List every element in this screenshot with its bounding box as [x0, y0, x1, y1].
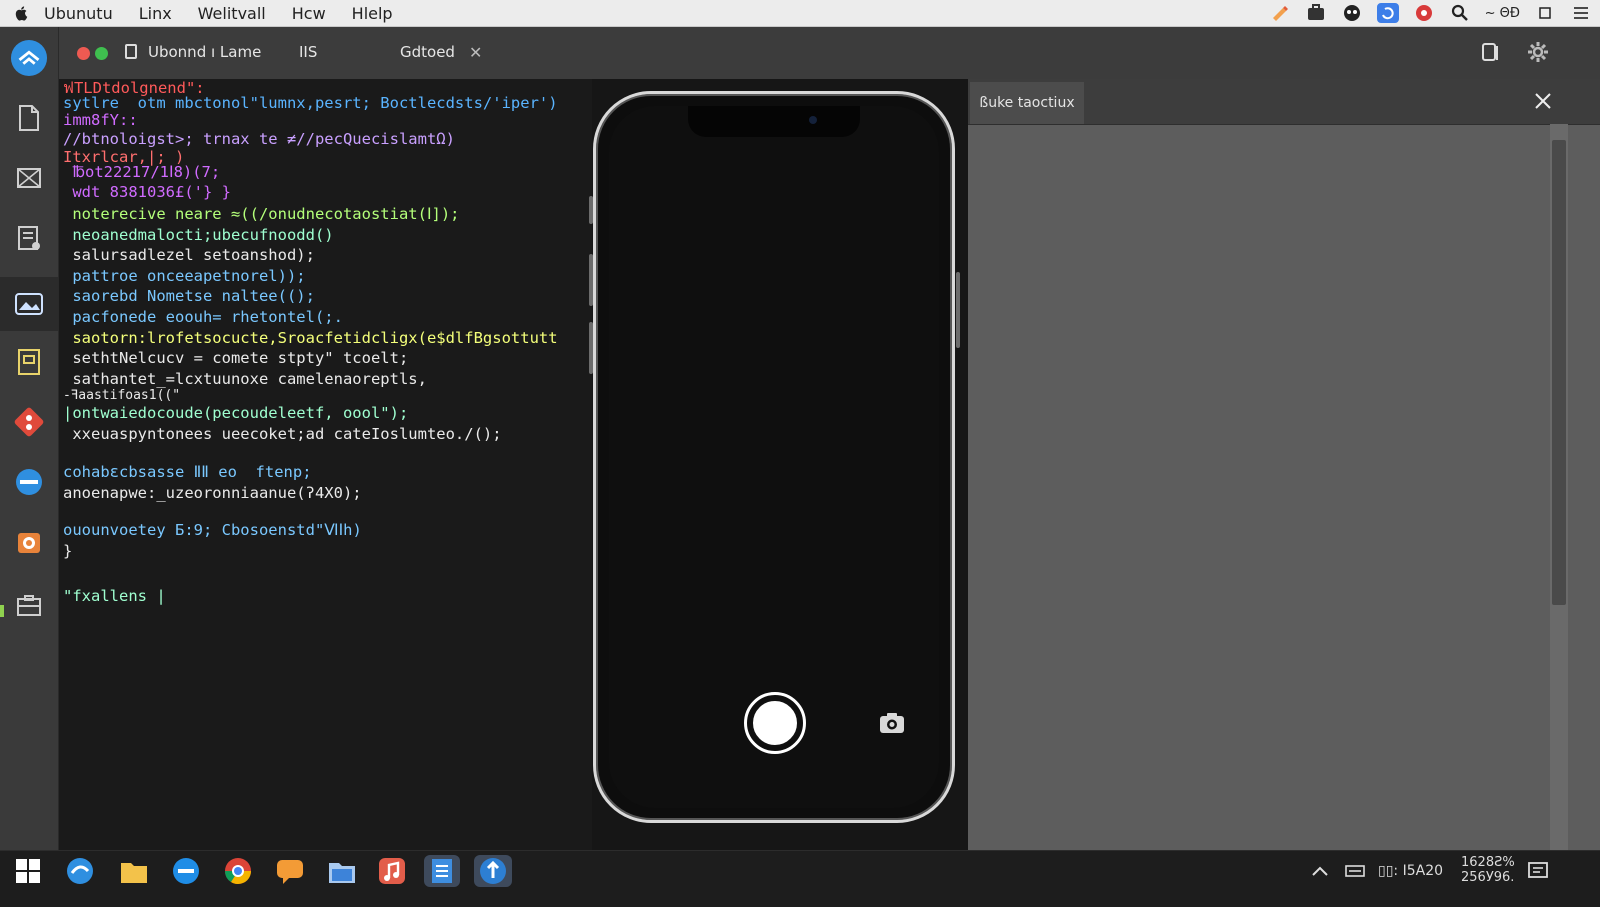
menu-item-linx[interactable]: Linx: [139, 4, 172, 23]
code-line: saotorn:lrofetsocucte,Sroacfetidcligx(e$…: [63, 329, 558, 347]
menu-bar: Ubunutu Linx Welitvall Hcw Hlelp ~ ΘĐ: [0, 0, 1600, 27]
sync-tray-icon[interactable]: [1376, 3, 1399, 23]
document-icon[interactable]: [10, 99, 48, 137]
code-line: pattroe onceeapetnorel));: [63, 267, 306, 285]
code-line: imm8fY::: [63, 111, 138, 129]
taskbar-clock[interactable]: 1628Ƨ% 256У96.: [1461, 855, 1515, 885]
chrome-icon[interactable]: [222, 855, 254, 887]
code-line: ℔ot22217/1Ⅰ8)(7;: [63, 163, 221, 181]
terminal-icon[interactable]: [10, 587, 48, 625]
close-window-button[interactable]: [77, 47, 90, 60]
clock-date: 256У96.: [1461, 870, 1515, 885]
window-square-icon[interactable]: [1534, 3, 1556, 23]
tab-gdtoed[interactable]: Gdtoed: [400, 43, 455, 61]
menu-item-hcw[interactable]: Hcw: [292, 4, 326, 23]
editor-tab-bar: Ubonnd ı Lame IIS Gdtoed ✕: [59, 27, 1600, 79]
camera-shutter-inner[interactable]: [751, 699, 799, 747]
hamburger-menu-icon[interactable]: [1570, 3, 1592, 23]
folder-icon[interactable]: [326, 855, 358, 887]
code-line: anoenapwe:_uzeoronniaanue(ʔ4X0);: [63, 484, 362, 502]
chat-icon[interactable]: [274, 855, 306, 887]
split-view-icon[interactable]: [1479, 41, 1501, 63]
edge-icon[interactable]: [64, 855, 96, 887]
code-line: wdt 8381036£('} }: [63, 183, 231, 201]
code-line: neoanedmalocti;ubecufnoodd(): [63, 226, 334, 244]
maximize-window-button[interactable]: [95, 47, 108, 60]
clock-time: 1628Ƨ%: [1461, 855, 1515, 870]
search-icon[interactable]: [1449, 3, 1471, 23]
apple-logo-icon[interactable]: [14, 5, 30, 21]
browser-icon[interactable]: [10, 463, 48, 501]
app-launcher-icon[interactable]: [10, 39, 48, 77]
notification-icon[interactable]: [1522, 855, 1554, 887]
scrollbar-thumb[interactable]: [1552, 140, 1566, 605]
active-app-marker: [0, 605, 4, 617]
left-dock: [0, 27, 59, 868]
close-tab-icon[interactable]: ✕: [469, 43, 482, 62]
code-line: }: [63, 542, 73, 560]
vscode-icon[interactable]: [474, 855, 512, 887]
code-line: sytlre otm mbctonol"lumnx,pesrt; Boctlec…: [63, 94, 558, 112]
menubar-clock: ~ ΘĐ: [1484, 5, 1520, 21]
tray-status-text: ▯▯: Ⅰ5A20: [1378, 863, 1444, 879]
code-line: cohabεcbsasse ⅡⅡ eo ftenp;: [63, 463, 312, 481]
git-icon[interactable]: [10, 403, 48, 441]
tab-iis[interactable]: IIS: [299, 43, 317, 61]
image-viewer-icon[interactable]: [0, 277, 58, 331]
menu-item-help[interactable]: Hlelp: [352, 4, 393, 23]
code-line: |ontwaiedocoude(pecoudeleetf, oool");: [63, 404, 409, 422]
music-icon[interactable]: [376, 855, 408, 887]
code-line: sethtNelcucv = comete stpty" tcoelt;: [63, 349, 409, 367]
keyboard-icon[interactable]: [1344, 863, 1366, 879]
pencil-tray-icon[interactable]: [1269, 3, 1291, 23]
inspector-tab[interactable]: ßuke taoctiux: [970, 82, 1084, 124]
phone-notch: [688, 106, 860, 137]
archive-icon[interactable]: [10, 343, 48, 381]
document-icon[interactable]: [424, 855, 460, 887]
chat-tray-icon[interactable]: [1341, 3, 1363, 23]
close-icon[interactable]: [1533, 91, 1553, 111]
code-editor[interactable]: ฟTLDtdolgnend": sytlre otm mbctonol"lumn…: [59, 79, 592, 850]
phone-power-button[interactable]: [956, 272, 960, 348]
menu-item-welitvall[interactable]: Welitvall: [198, 4, 266, 23]
notes-icon[interactable]: [10, 219, 48, 257]
gear-icon[interactable]: [1527, 41, 1549, 63]
camera-switch-icon[interactable]: [878, 711, 906, 735]
tab-ubond-lame[interactable]: Ubonnd ı Lame: [148, 43, 261, 61]
code-line: "fxallens |: [63, 587, 166, 605]
code-line: -ꟻaastifoas1((": [63, 388, 181, 403]
package-icon[interactable]: [10, 523, 48, 561]
code-line: //btnoloigst>; trnax te ≠//pecQuecislamt…: [63, 130, 455, 148]
code-line: pacfonede eoouh= rhetontel(;.: [63, 308, 343, 326]
briefcase-tray-icon[interactable]: [1305, 3, 1327, 23]
code-line: xxeuaspyntonees ueecoket;ad cateIoslumte…: [63, 425, 502, 443]
front-camera-icon: [809, 116, 817, 124]
start-icon[interactable]: [12, 855, 44, 887]
files-icon[interactable]: [118, 855, 150, 887]
code-line: sathantet_=lcxtuunoxe camelenaoreptls,: [63, 370, 427, 388]
inspector-panel: [968, 79, 1600, 850]
menu-item-ubuntu[interactable]: Ubunutu: [44, 4, 113, 23]
system-tray: ▯▯: Ⅰ5A20: [1310, 858, 1443, 884]
chevron-up-icon[interactable]: [1310, 864, 1330, 878]
network-icon[interactable]: [10, 159, 48, 197]
tab-document-icon: [125, 44, 137, 59]
shield-tray-icon[interactable]: [1413, 3, 1435, 23]
code-line: ouounvoetey Ƃ:9; Cbosoenstd"ⅥⅠh): [63, 521, 362, 539]
code-line: salursadlezel setoanshod);: [63, 246, 315, 264]
code-line: saorebd Nometse naltee(();: [63, 287, 315, 305]
code-line: noterecive neare ≈((/onudnecotaostiat(Ⅰ]…: [63, 205, 460, 223]
ie-icon[interactable]: [170, 855, 202, 887]
